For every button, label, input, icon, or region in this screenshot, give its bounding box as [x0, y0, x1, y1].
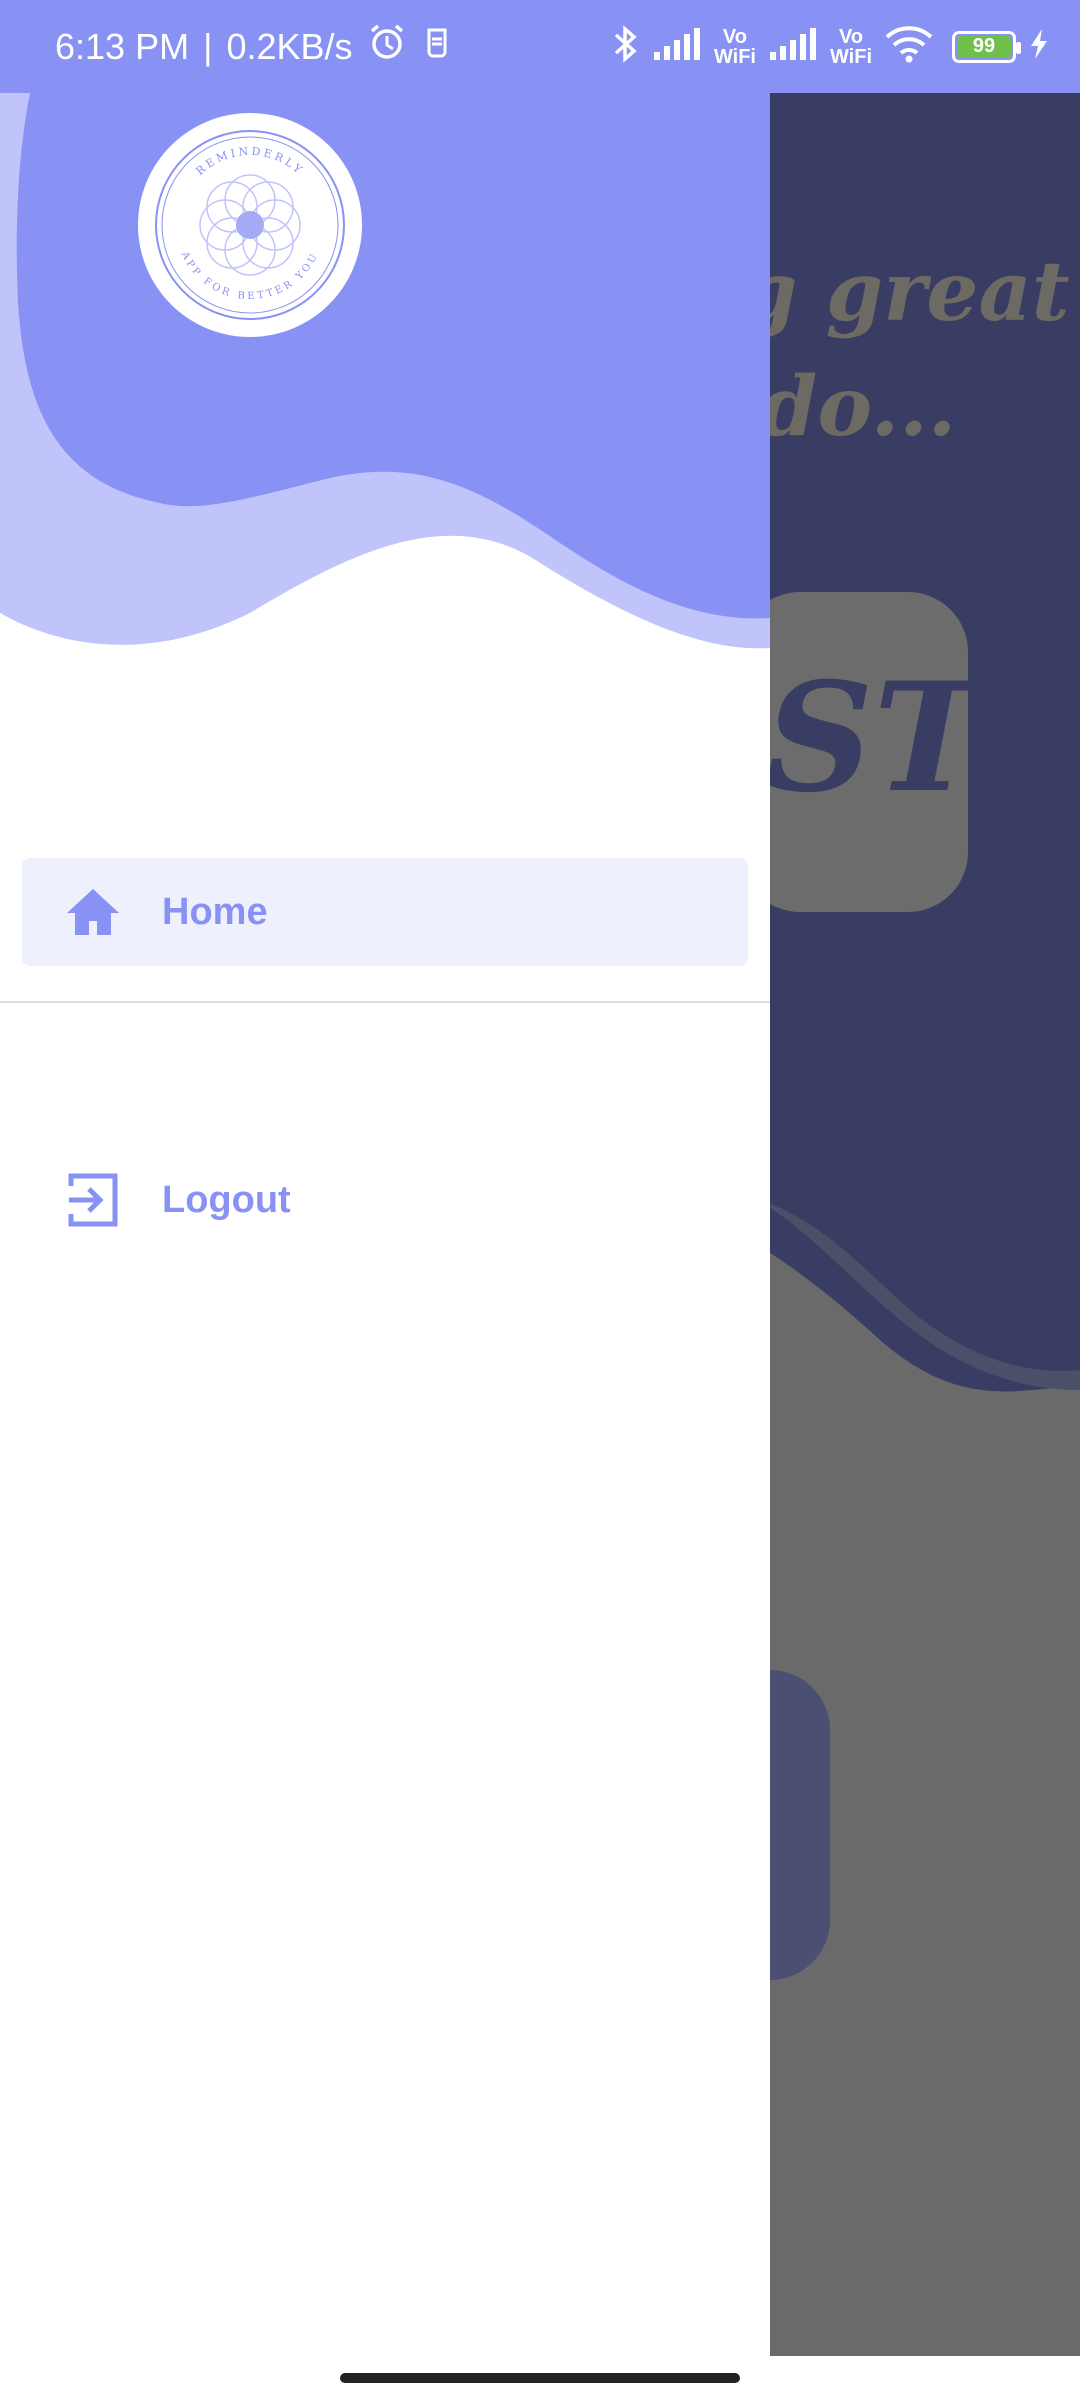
svg-text:REMINDERLY: REMINDERLY: [194, 145, 307, 178]
battery-icon: 99: [952, 30, 1021, 63]
quote-line: do...: [760, 359, 957, 455]
signal-icon: [768, 26, 818, 67]
status-time: 6:13 PM: [55, 25, 190, 67]
drawer-item-logout[interactable]: Logout: [22, 1146, 748, 1254]
flower-logo-icon: REMINDERLY APP FOR BETTER YOU: [155, 130, 345, 320]
quote-line: g great: [740, 244, 1070, 340]
drawer-header-waves: [0, 93, 770, 653]
background-list-text: ST: [765, 650, 985, 826]
home-indicator[interactable]: [340, 2373, 740, 2383]
drawer-item-home[interactable]: Home: [22, 858, 748, 966]
drawer-item-label: Logout: [162, 1178, 291, 1221]
status-right: Vo WiFi Vo WiFi 99: [610, 0, 1050, 93]
drawer-divider: [0, 1001, 770, 1003]
background-quote: g great do...: [740, 235, 1070, 465]
navigation-drawer: REMINDERLY APP FOR BETTER YOU Home Logou…: [0, 93, 770, 2356]
bluetooth-icon: [610, 23, 640, 70]
battery-level: 99: [972, 35, 996, 57]
sim-icon: [421, 24, 453, 69]
status-left: 6:13 PM | 0.2KB/s: [55, 0, 453, 93]
status-separator: |: [203, 25, 213, 67]
app-logo: REMINDERLY APP FOR BETTER YOU: [138, 113, 362, 337]
vowifi-label: Vo WiFi: [829, 25, 872, 68]
net-speed: 0.2KB/s: [226, 25, 353, 67]
logo-top-text: REMINDERLY: [194, 145, 304, 178]
gesture-nav-bar: [0, 2356, 1080, 2400]
home-icon: [62, 881, 124, 943]
vowifi-label: Vo WiFi: [713, 25, 756, 68]
wifi-icon: [884, 24, 934, 69]
charging-icon: [1028, 27, 1050, 66]
screen: 6:13 PM | 0.2KB/s Vo WiFi Vo WiFi 99 g g…: [0, 0, 1080, 2400]
logout-icon: [62, 1169, 124, 1231]
signal-icon: [652, 26, 702, 67]
status-bar: 6:13 PM | 0.2KB/s Vo WiFi Vo WiFi 99: [0, 0, 1080, 93]
alarm-icon: [367, 22, 407, 71]
drawer-item-label: Home: [162, 890, 268, 933]
